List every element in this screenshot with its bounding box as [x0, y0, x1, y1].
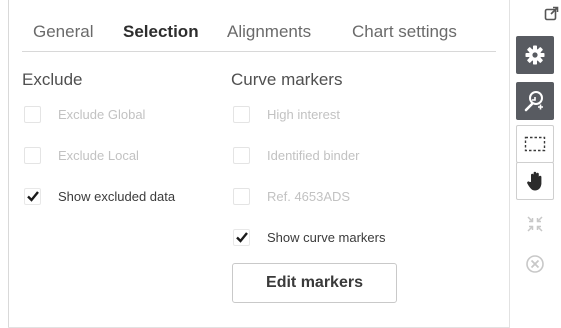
- fit-view-tool-button[interactable]: [516, 205, 554, 243]
- expand-corner-icon[interactable]: [544, 6, 559, 21]
- settings-tool-button[interactable]: [516, 36, 554, 74]
- exclude-title: Exclude: [22, 70, 83, 89]
- pan-tool-button[interactable]: [516, 162, 554, 200]
- tab-selection[interactable]: Selection: [123, 22, 199, 42]
- show-curve-markers-row[interactable]: Show curve markers: [233, 227, 385, 247]
- zoom-select-icon: [524, 91, 543, 112]
- show-excluded-data-label: Show excluded data: [58, 188, 176, 204]
- hand-pan-icon: [527, 171, 542, 191]
- edit-markers-button[interactable]: Edit markers: [232, 263, 397, 303]
- gear-icon: [525, 45, 545, 65]
- high-interest-label: High interest: [267, 106, 340, 122]
- exclude-global-row[interactable]: Exclude Global: [24, 104, 145, 124]
- high-interest-row[interactable]: High interest: [233, 104, 340, 124]
- identified-binder-label: Identified binder: [267, 147, 360, 163]
- show-curve-markers-checkbox[interactable]: [233, 228, 250, 246]
- identified-binder-checkbox[interactable]: [233, 146, 250, 164]
- ref-4653ads-checkbox[interactable]: [233, 187, 250, 205]
- tab-bar: General Selection Alignments Chart setti…: [22, 20, 496, 52]
- show-excluded-data-checkbox[interactable]: [24, 187, 41, 205]
- rectangle-select-icon: [524, 136, 546, 152]
- clear-tool-button[interactable]: [516, 245, 554, 283]
- ref-4653ads-row[interactable]: Ref. 4653ADS: [233, 186, 350, 206]
- rectangle-select-tool-button[interactable]: [516, 125, 554, 163]
- zoom-select-tool-button[interactable]: [516, 82, 554, 120]
- exclude-local-label: Exclude Local: [58, 147, 139, 163]
- close-circle-icon: [526, 255, 544, 273]
- tab-alignments[interactable]: Alignments: [227, 22, 311, 42]
- check-icon: [235, 232, 248, 243]
- exclude-local-row[interactable]: Exclude Local: [24, 145, 139, 165]
- check-icon: [26, 191, 39, 202]
- high-interest-checkbox[interactable]: [233, 105, 250, 123]
- exclude-local-checkbox[interactable]: [24, 146, 41, 164]
- ref-4653ads-label: Ref. 4653ADS: [267, 188, 351, 204]
- curve-markers-title: Curve markers: [231, 70, 343, 89]
- identified-binder-row[interactable]: Identified binder: [233, 145, 360, 165]
- exclude-global-checkbox[interactable]: [24, 105, 41, 123]
- exclude-global-label: Exclude Global: [58, 106, 146, 122]
- tab-general[interactable]: General: [33, 22, 93, 42]
- show-curve-markers-label: Show curve markers: [267, 229, 386, 245]
- tab-chart-settings[interactable]: Chart settings: [352, 22, 457, 42]
- show-excluded-data-row[interactable]: Show excluded data: [24, 186, 175, 206]
- fit-arrows-icon: [527, 216, 543, 232]
